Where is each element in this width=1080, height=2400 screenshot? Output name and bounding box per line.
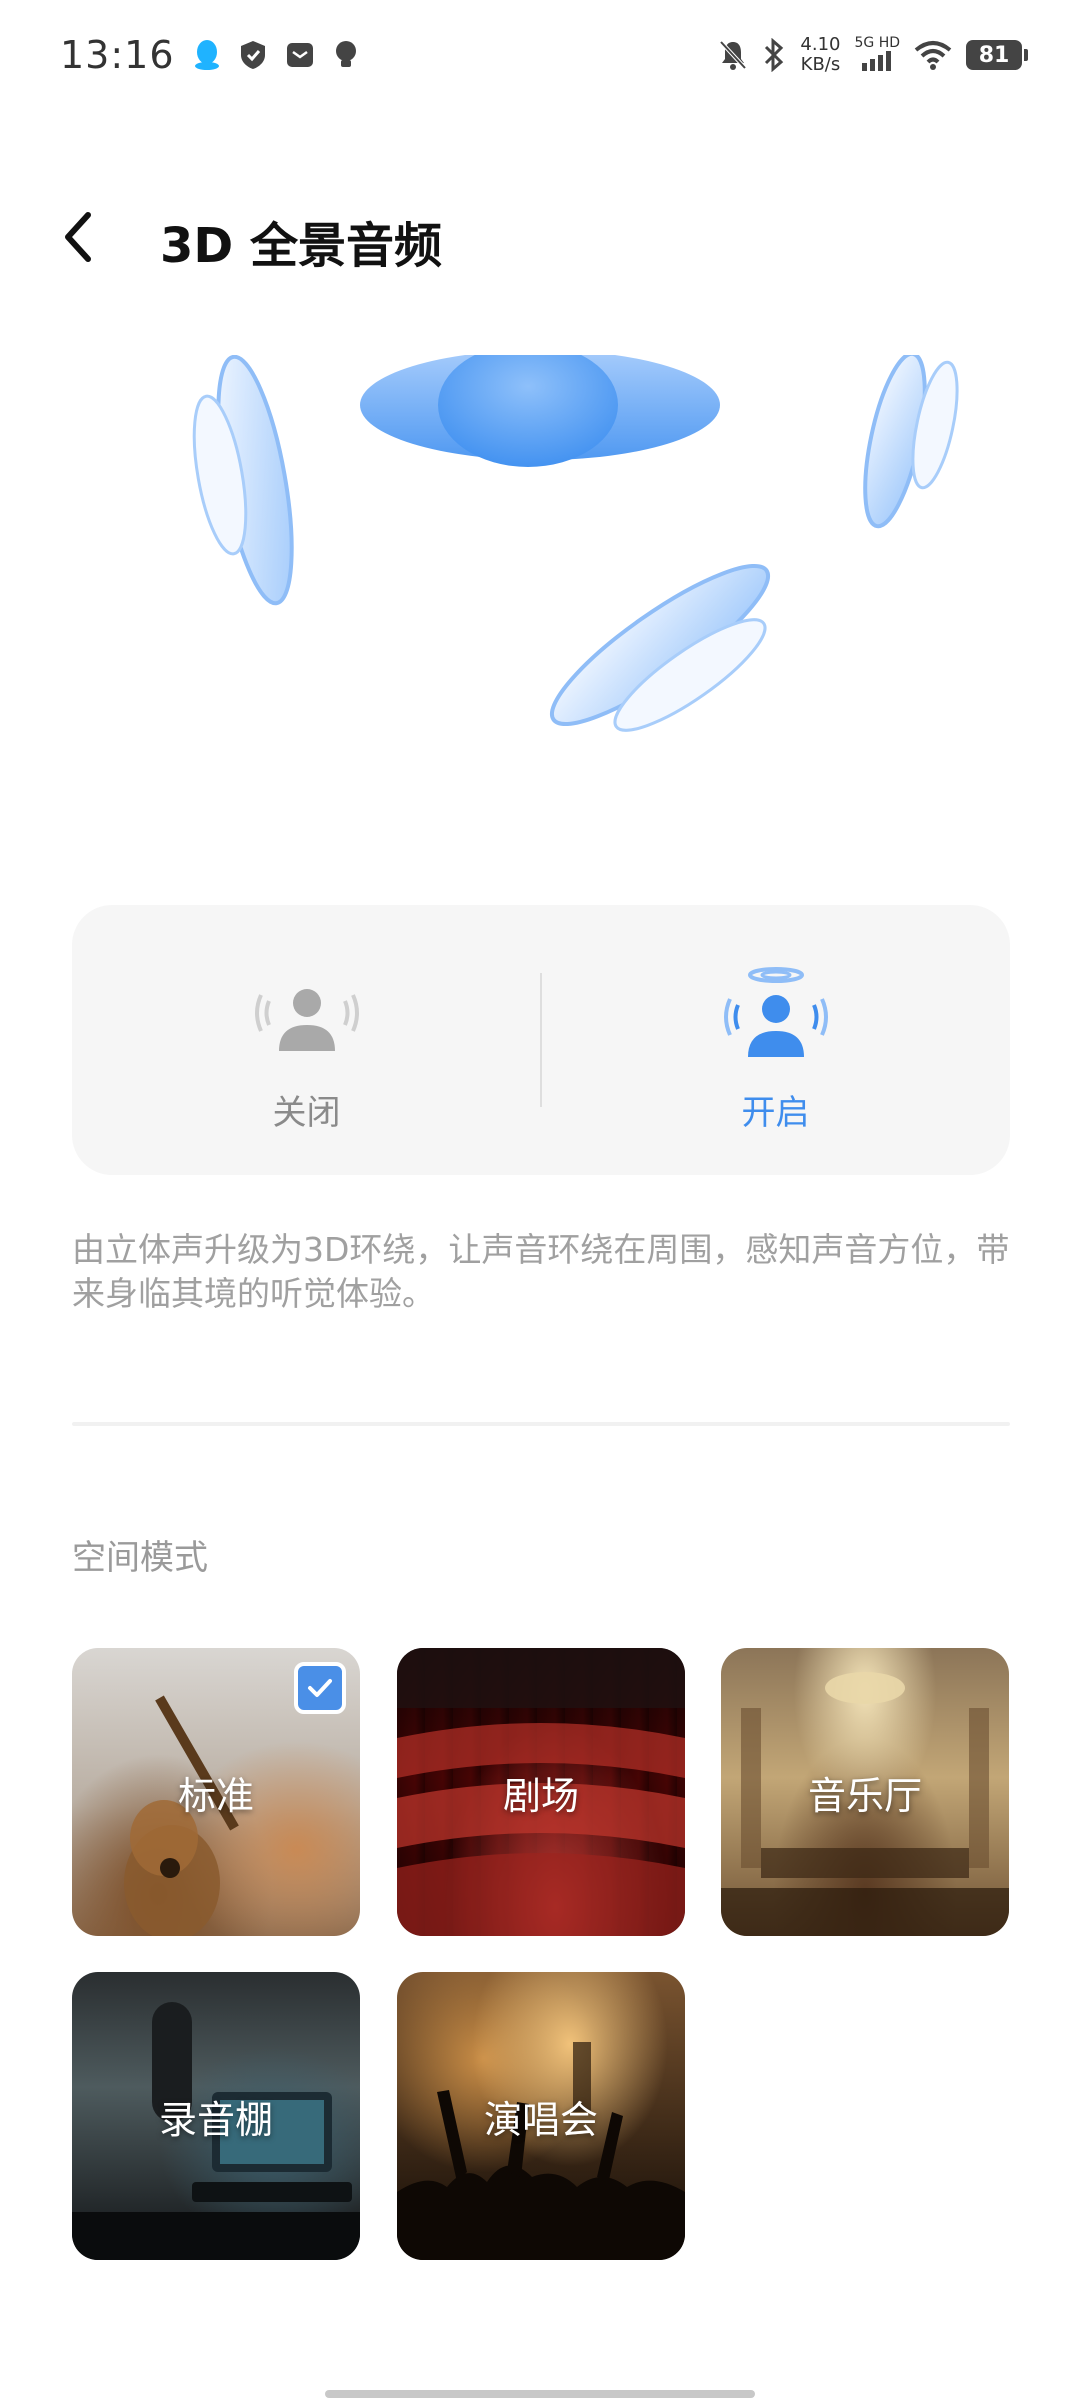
audio-mode-toggle-card: 关闭 开启: [72, 905, 1010, 1175]
status-bar: 13:16 4.10 KB/s 5G HD 81: [0, 0, 1080, 110]
tile-label: 标准: [177, 1773, 254, 1818]
mode-on-option[interactable]: 开启: [541, 905, 1010, 1175]
network-indicator: 5G HD: [854, 35, 900, 76]
chevron-left-icon: [65, 212, 91, 262]
signal-icon: [862, 50, 892, 71]
net-speed-unit: KB/s: [800, 54, 841, 75]
mode-off-option[interactable]: 关闭: [72, 905, 541, 1175]
tile-label: 录音棚: [158, 2097, 273, 2142]
mode-on-label: 开启: [741, 1093, 810, 1133]
spatial-mode-concert-tile[interactable]: 演唱会: [397, 1972, 685, 2260]
spatial-mode-concert-hall-tile[interactable]: 音乐厅: [721, 1648, 1009, 1936]
net-speed: 4.10 KB/s: [800, 35, 840, 75]
tile-label: 演唱会: [483, 2097, 598, 2142]
header: 3D 全景音频: [0, 190, 1080, 280]
back-button[interactable]: [58, 202, 128, 272]
shield-icon: [240, 41, 265, 69]
lightbulb-icon: [335, 41, 356, 67]
spatial-mode-theater-tile[interactable]: 剧场: [397, 1648, 685, 1936]
spatial-audio-illustration: [192, 343, 959, 732]
section-title-spatial-mode: 空间模式: [72, 1538, 208, 1578]
status-right: 4.10 KB/s 5G HD 81: [718, 35, 1028, 76]
network-label: 5G HD: [854, 34, 900, 51]
section-divider: [72, 1422, 1010, 1426]
qq-icon: [194, 40, 219, 70]
tile-label: 剧场: [502, 1773, 579, 1818]
hero-illustration: [0, 343, 1080, 755]
tile-label: 音乐厅: [807, 1773, 922, 1818]
status-time: 13:16: [60, 33, 175, 77]
surround-on-icon: [723, 967, 828, 1057]
mail-icon: [286, 43, 313, 67]
spatial-mode-studio-tile[interactable]: 录音棚: [72, 1972, 360, 2260]
stereo-off-icon: [254, 989, 359, 1051]
page-title: 3D 全景音频: [160, 218, 442, 274]
spatial-mode-standard-tile[interactable]: 标准: [72, 1648, 360, 1936]
mute-bell-icon: [719, 40, 747, 70]
battery-indicator: 81: [966, 40, 1028, 70]
feature-description: 由立体声升级为3D环绕，让声音环绕在周围，感知声音方位，带来身临其境的听觉体验。: [72, 1230, 1010, 1313]
bluetooth-icon: [765, 38, 784, 72]
mode-off-label: 关闭: [272, 1093, 341, 1133]
home-indicator[interactable]: [325, 2390, 755, 2398]
status-left: 13:16: [60, 33, 359, 77]
net-speed-value: 4.10: [800, 34, 841, 55]
selected-check-icon: [294, 1662, 346, 1714]
wifi-icon: [914, 41, 952, 70]
